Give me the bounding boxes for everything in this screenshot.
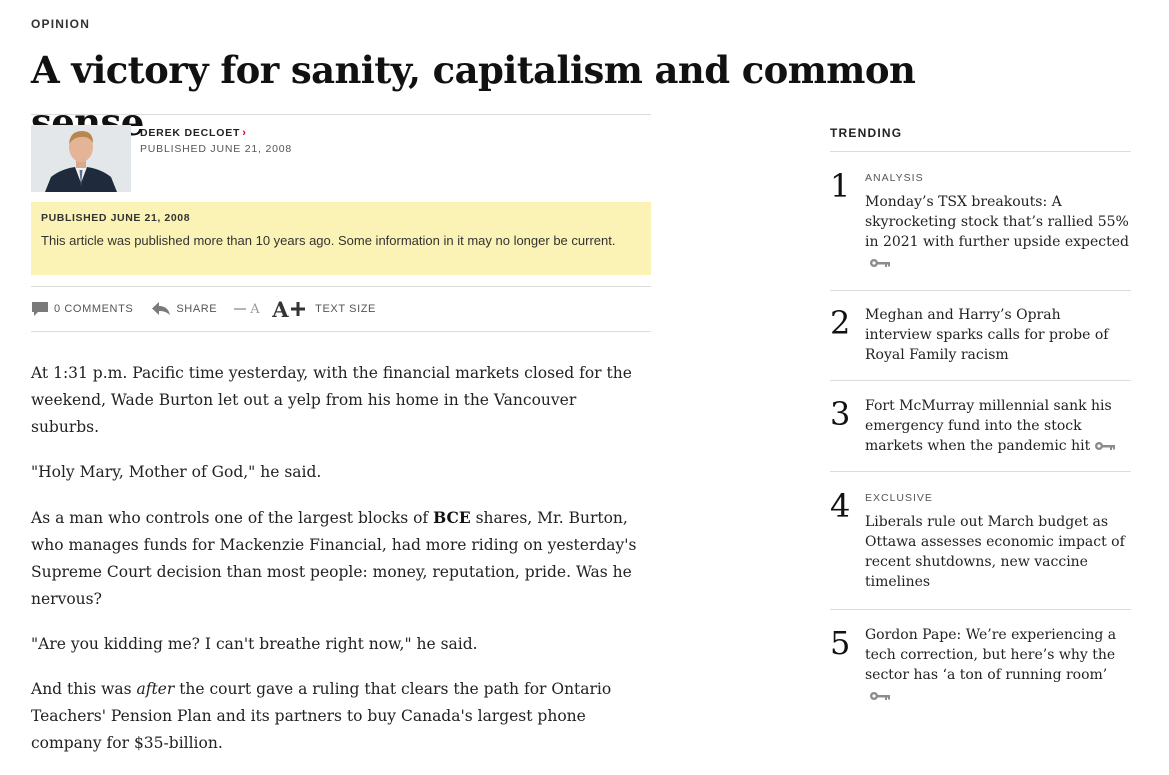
- decrease-text-size-button[interactable]: A: [233, 302, 260, 317]
- trending-item[interactable]: 4 EXCLUSIVE Liberals rule out March budg…: [830, 488, 1131, 603]
- trending-item[interactable]: 1 ANALYSIS Monday’s TSX breakouts: A sky…: [830, 168, 1131, 288]
- bce-stock-link[interactable]: BCE: [433, 508, 471, 527]
- key-wrapper: [865, 254, 1131, 272]
- published-date: PUBLISHED JUNE 21, 2008: [140, 143, 293, 155]
- key-icon: [870, 258, 890, 267]
- trending-title[interactable]: Fort McMurray millennial sank his emerge…: [865, 398, 1112, 454]
- increase-glyph: A: [272, 296, 290, 322]
- paragraph-text: As a man who controls one of the largest…: [31, 509, 434, 527]
- article-toolbar: 0 COMMENTS SHARE A A TEXT SIZE: [31, 297, 651, 322]
- trending-item-divider: [830, 609, 1131, 610]
- trending-title[interactable]: Meghan and Harry’s Oprah interview spark…: [865, 307, 1108, 363]
- header-divider: [31, 114, 651, 115]
- author-photo[interactable]: [31, 125, 131, 192]
- trending-item[interactable]: 3 Fort McMurray millennial sank his emer…: [830, 395, 1131, 467]
- text-size-label[interactable]: TEXT SIZE: [315, 303, 376, 315]
- paragraph: "Holy Mary, Mother of God," he said.: [31, 463, 322, 481]
- trending-item[interactable]: 5 Gordon Pape: We’re experiencing a tech…: [830, 624, 1131, 714]
- trending-item-divider: [830, 290, 1131, 291]
- paragraph: And this was after the court gave a ruli…: [31, 676, 646, 757]
- paragraph-text: And this was: [31, 680, 137, 698]
- comment-icon: [32, 302, 48, 316]
- notice-title: PUBLISHED JUNE 21, 2008: [41, 212, 191, 224]
- paragraph: As a man who controls one of the largest…: [31, 504, 646, 613]
- emphasis-text: after: [136, 680, 175, 698]
- author-portrait-image: [31, 125, 131, 192]
- comments-count: 0 COMMENTS: [54, 303, 134, 315]
- archive-notice: PUBLISHED JUNE 21, 2008 This article was…: [31, 202, 651, 275]
- plus-icon: [291, 302, 306, 316]
- key-icon: [1095, 441, 1116, 450]
- decrease-glyph: A: [250, 301, 261, 317]
- minus-icon: [234, 308, 247, 310]
- chevron-right-icon: ›: [242, 127, 247, 139]
- trending-kicker: EXCLUSIVE: [865, 492, 933, 504]
- trending-title[interactable]: Liberals rule out March budget as Ottawa…: [865, 514, 1125, 590]
- toolbar-top-divider: [31, 286, 651, 287]
- trending-rank: 2: [830, 304, 851, 342]
- trending-item-divider: [830, 471, 1131, 472]
- trending-rank: 1: [830, 167, 851, 205]
- trending-rank: 3: [830, 395, 851, 433]
- trending-title[interactable]: Gordon Pape: We’re experiencing a tech c…: [865, 627, 1116, 683]
- trending-kicker: ANALYSIS: [865, 172, 924, 184]
- author-name[interactable]: DEREK DECLOET: [140, 127, 240, 139]
- increase-text-size-button[interactable]: A: [272, 297, 306, 322]
- trending-heading: TRENDING: [830, 126, 903, 140]
- author-byline[interactable]: DEREK DECLOET ›: [140, 127, 247, 139]
- trending-item-divider: [830, 380, 1131, 381]
- paragraph: At 1:31 p.m. Pacific time yesterday, wit…: [31, 364, 632, 436]
- trending-rank: 4: [830, 487, 851, 525]
- comments-button[interactable]: 0 COMMENTS: [31, 301, 133, 317]
- trending-divider: [830, 151, 1131, 152]
- toolbar-bottom-divider: [31, 331, 651, 332]
- article-body: At 1:31 p.m. Pacific time yesterday, wit…: [31, 360, 646, 775]
- trending-title[interactable]: Monday’s TSX breakouts: A skyrocketing s…: [865, 194, 1129, 250]
- trending-item[interactable]: 2 Meghan and Harry’s Oprah interview spa…: [830, 304, 1131, 376]
- notice-body: This article was published more than 10 …: [41, 233, 616, 248]
- key-wrapper: [865, 687, 1131, 705]
- key-icon: [870, 691, 890, 700]
- share-icon: [152, 302, 171, 315]
- section-label[interactable]: OPINION: [31, 17, 90, 31]
- trending-rank: 5: [830, 624, 851, 662]
- share-label: SHARE: [176, 303, 218, 315]
- paragraph: "Are you kidding me? I can't breathe rig…: [31, 635, 478, 653]
- share-button[interactable]: SHARE: [151, 301, 217, 317]
